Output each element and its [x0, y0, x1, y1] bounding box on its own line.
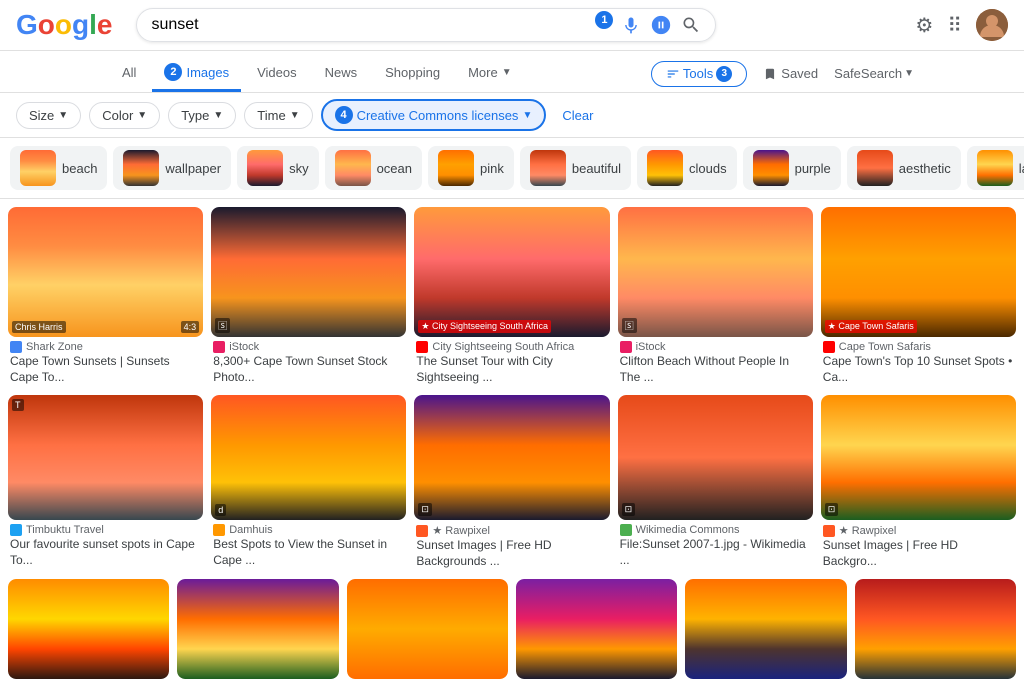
- chip-clouds[interactable]: clouds: [637, 146, 737, 190]
- image-card-11[interactable]: [8, 579, 169, 679]
- chip-ocean[interactable]: ocean: [325, 146, 422, 190]
- image-card-16[interactable]: [855, 579, 1016, 679]
- settings-icon[interactable]: ⚙: [915, 13, 933, 38]
- chip-pink[interactable]: pink: [428, 146, 514, 190]
- safesearch-button[interactable]: SafeSearch ▼: [834, 66, 914, 81]
- chip-purple-img: [753, 150, 789, 186]
- size-filter[interactable]: Size ▼: [16, 102, 81, 129]
- image-card-1[interactable]: Chris Harris 4:3 Shark Zone Cape Town Su…: [8, 207, 203, 387]
- image-card-10[interactable]: ⊡ ★ Rawpixel Sunset Images | Free HD Bac…: [821, 395, 1016, 571]
- tab-images-badge: 2: [164, 63, 182, 81]
- chip-landscape-img: [977, 150, 1013, 186]
- tab-videos[interactable]: Videos: [245, 57, 309, 91]
- image-card-6[interactable]: T Timbuktu Travel Our favourite sunset s…: [8, 395, 203, 571]
- nav-right: Tools 3 Saved SafeSearch ▼: [651, 61, 914, 87]
- filter-bar: Size ▼ Color ▼ Type ▼ Time ▼ 4 Creative …: [0, 93, 1024, 138]
- chip-purple[interactable]: purple: [743, 146, 841, 190]
- image-grid-row2: T Timbuktu Travel Our favourite sunset s…: [0, 395, 1024, 579]
- tools-button[interactable]: Tools 3: [651, 61, 747, 87]
- apps-icon[interactable]: ⠿: [947, 13, 962, 38]
- color-filter[interactable]: Color ▼: [89, 102, 160, 129]
- image-card-4[interactable]: 🅂 iStock Clifton Beach Without People In…: [618, 207, 813, 387]
- search-badge: 1: [595, 11, 613, 29]
- image-card-9[interactable]: ⊡ Wikimedia Commons File:Sunset 2007-1.j…: [618, 395, 813, 571]
- chip-wallpaper-img: [123, 150, 159, 186]
- image-card-13[interactable]: [347, 579, 508, 679]
- tab-images[interactable]: 2 Images: [152, 55, 241, 92]
- clear-button[interactable]: Clear: [554, 103, 601, 128]
- nav-tabs: All 2 Images Videos News Shopping More ▼…: [0, 51, 1024, 93]
- image-card-3[interactable]: ★ City Sightseeing South Africa City Sig…: [414, 207, 609, 387]
- saved-button[interactable]: Saved: [763, 66, 818, 81]
- type-filter[interactable]: Type ▼: [168, 102, 236, 129]
- chip-sky-img: [247, 150, 283, 186]
- image-card-8[interactable]: ⊡ ★ Rawpixel Sunset Images | Free HD Bac…: [414, 395, 609, 571]
- image-grid-row1: Chris Harris 4:3 Shark Zone Cape Town Su…: [0, 199, 1024, 395]
- image-card-5[interactable]: ★ Cape Town Safaris Cape Town Safaris Ca…: [821, 207, 1016, 387]
- chip-aesthetic-img: [857, 150, 893, 186]
- lens-icon[interactable]: [651, 15, 671, 35]
- creative-commons-badge: 4: [335, 106, 353, 124]
- chip-ocean-img: [335, 150, 371, 186]
- tab-all[interactable]: All: [110, 57, 148, 91]
- chips-bar: beach wallpaper sky ocean pink beautiful…: [0, 138, 1024, 199]
- image-grid-row3: [0, 579, 1024, 687]
- tab-shopping[interactable]: Shopping: [373, 57, 452, 91]
- chip-beach-img: [20, 150, 56, 186]
- image-card-7[interactable]: d Damhuis Best Spots to View the Sunset …: [211, 395, 406, 571]
- image-card-15[interactable]: [685, 579, 846, 679]
- header-right: ⚙ ⠿: [915, 9, 1008, 41]
- tab-news[interactable]: News: [313, 57, 370, 91]
- google-logo[interactable]: Google: [16, 9, 112, 41]
- avatar[interactable]: [976, 9, 1008, 41]
- search-bar: sunset 1: [136, 8, 716, 42]
- chip-pink-img: [438, 150, 474, 186]
- tools-badge: 3: [716, 66, 732, 82]
- creative-commons-filter[interactable]: 4 Creative Commons licenses ▼: [321, 99, 547, 131]
- chip-aesthetic[interactable]: aesthetic: [847, 146, 961, 190]
- time-filter[interactable]: Time ▼: [244, 102, 312, 129]
- chip-wallpaper[interactable]: wallpaper: [113, 146, 231, 190]
- header: Google sunset 1 ⚙ ⠿: [0, 0, 1024, 51]
- chip-beach[interactable]: beach: [10, 146, 107, 190]
- chip-clouds-img: [647, 150, 683, 186]
- image-card-2[interactable]: 🅂 iStock 8,300+ Cape Town Sunset Stock P…: [211, 207, 406, 387]
- chip-beautiful[interactable]: beautiful: [520, 146, 631, 190]
- chip-landscape[interactable]: landscape: [967, 146, 1024, 190]
- search-icon[interactable]: [681, 15, 701, 35]
- tab-more[interactable]: More ▼: [456, 57, 524, 91]
- image-card-14[interactable]: [516, 579, 677, 679]
- chip-beautiful-img: [530, 150, 566, 186]
- chip-sky[interactable]: sky: [237, 146, 319, 190]
- image-card-12[interactable]: [177, 579, 338, 679]
- mic-icon[interactable]: [621, 15, 641, 35]
- search-input[interactable]: sunset: [151, 16, 593, 34]
